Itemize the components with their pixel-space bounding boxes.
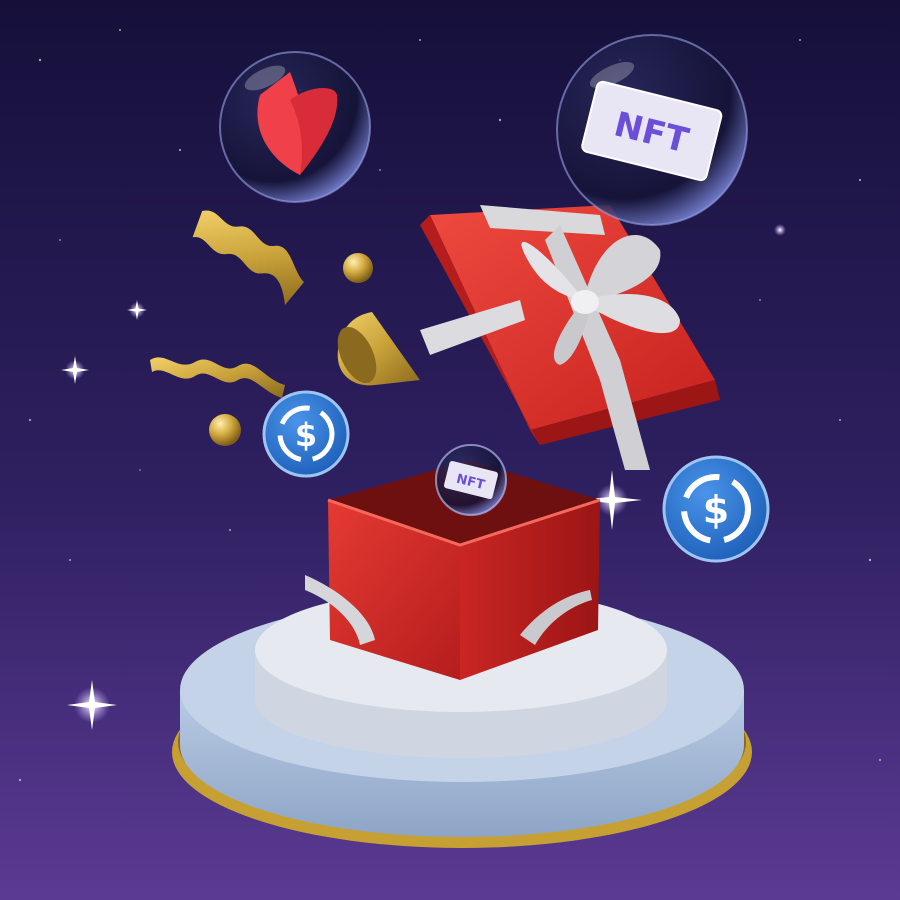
nft-ticket-icon: NFT (556, 34, 748, 226)
usdc-coin-icon: $ (262, 390, 350, 478)
gift-scene: NFT $ $ NFT (0, 0, 900, 900)
nft-ticket-icon: NFT (435, 444, 507, 516)
svg-text:$: $ (703, 488, 729, 532)
svg-text:$: $ (295, 416, 317, 454)
heart-token-icon (219, 51, 371, 203)
usdc-coin-icon: $ (662, 455, 770, 563)
scene-svg: NFT $ $ NFT (0, 0, 900, 900)
